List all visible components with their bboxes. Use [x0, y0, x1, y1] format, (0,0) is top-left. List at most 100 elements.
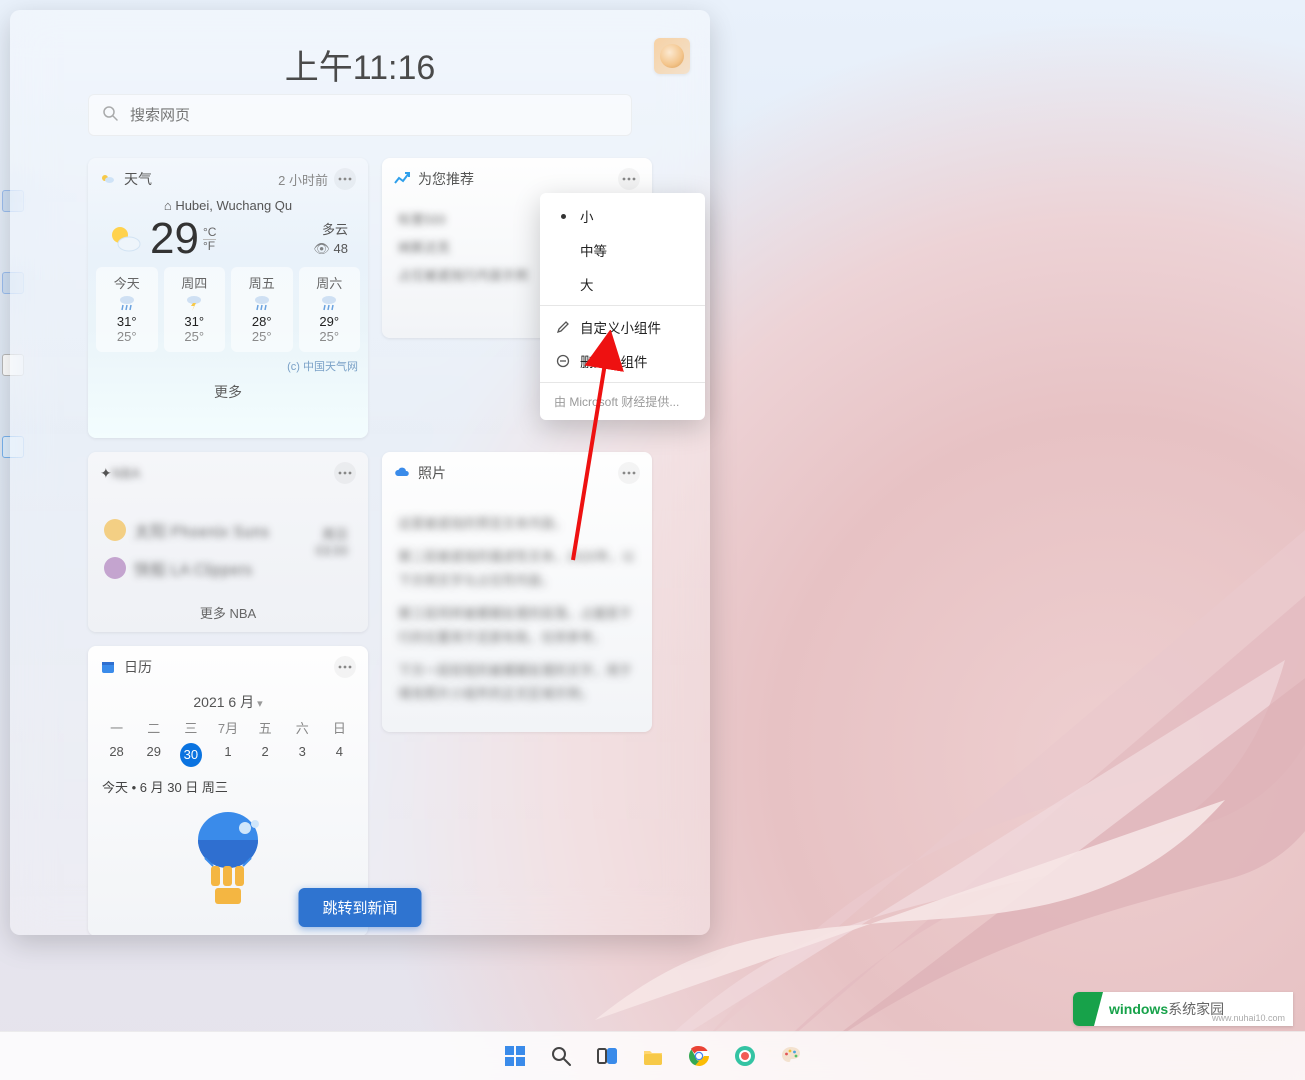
forecast-day[interactable]: 今天 31°25°: [96, 267, 158, 352]
taskbar-search-icon[interactable]: [548, 1043, 574, 1069]
paint-icon[interactable]: [778, 1043, 804, 1069]
remove-icon: [554, 354, 572, 368]
weather-units[interactable]: °C °F: [203, 225, 216, 254]
photos-title: 照片: [418, 463, 446, 483]
stocks-icon: [394, 171, 410, 187]
forecast-low: 25°: [299, 329, 361, 344]
forecast-day[interactable]: 周六 29°25°: [299, 267, 361, 352]
team-row: 快船 LA Clippers: [104, 556, 352, 580]
weather-timestamp: 2 小时前: [278, 170, 328, 189]
photos-line: 第二段被遮挡的描述性文本，2020年，以下示例文字与占位符内容。: [398, 545, 636, 592]
weather-more-link[interactable]: 更多: [88, 374, 368, 406]
forecast-day[interactable]: 周五 28°25°: [231, 267, 293, 352]
calendar-month-select[interactable]: 2021 6 月▾: [88, 688, 368, 712]
forecast-day-label: 周四: [164, 273, 226, 292]
forecast-high: 31°: [164, 314, 226, 329]
calendar-grid: 一二三7月五六日2829301234: [88, 712, 368, 771]
forecast-day-label: 今天: [96, 273, 158, 292]
search-input-wrap[interactable]: [88, 94, 632, 136]
calendar-day[interactable]: 28: [98, 743, 135, 767]
nba-more-link[interactable]: 更多 NBA: [88, 603, 368, 622]
start-button[interactable]: [502, 1043, 528, 1069]
bullet-icon: [554, 214, 572, 219]
site-watermark: windows系统家园 www.nuhai10.com: [1073, 992, 1293, 1026]
search-input[interactable]: [128, 106, 632, 125]
weather-widget: 天气 2 小时前 ⌂ Hubei, Wuchang Qu: [88, 158, 368, 438]
calendar-day[interactable]: 1: [209, 743, 246, 767]
weather-temp: 29: [150, 217, 199, 261]
weather-more-button[interactable]: [334, 168, 356, 190]
partly-cloudy-icon: [106, 220, 144, 258]
photos-line: 这是被遮挡的预览文本内容。: [398, 512, 636, 535]
nba-widget: ✦ NBA 太阳 Phoenix Suns 快船 LA Clippers: [88, 452, 368, 632]
calendar-day[interactable]: 3: [284, 743, 321, 767]
menu-customize-widget[interactable]: 自定义小组件: [540, 310, 705, 344]
sports-icon: ✦: [100, 465, 112, 482]
menu-size-large[interactable]: 大: [540, 267, 705, 301]
forecast-day-label: 周六: [299, 273, 361, 292]
weather-attribution: (c) 中国天气网: [88, 352, 368, 374]
home-icon: ⌂: [164, 198, 172, 213]
photos-body: 这是被遮挡的预览文本内容。第二段被遮挡的描述性文本，2020年，以下示例文字与占…: [382, 494, 652, 724]
user-avatar[interactable]: [654, 38, 690, 74]
calendar-day[interactable]: 4: [321, 743, 358, 767]
forecast-day-icon: [299, 294, 361, 312]
widget-context-menu: 小 中等 大 自定义小组件 删除小组件 由 Microsoft 财经提供...: [540, 193, 705, 420]
forecast-low: 25°: [231, 329, 293, 344]
calendar-more-button[interactable]: [334, 656, 356, 678]
weather-title: 天气: [124, 169, 152, 189]
team-badge-icon: [104, 557, 126, 579]
forecast-low: 25°: [164, 329, 226, 344]
calendar-icon: [100, 659, 116, 675]
calendar-dow: 五: [247, 718, 284, 737]
weather-location: ⌂ Hubei, Wuchang Qu: [88, 198, 368, 213]
weather-icon: [100, 171, 116, 187]
jump-to-news-button[interactable]: 跳转到新闻: [298, 888, 421, 927]
file-explorer-icon[interactable]: [640, 1043, 666, 1069]
menu-separator: [540, 382, 705, 383]
forecast-day-icon: [96, 294, 158, 312]
forecast-high: 31°: [96, 314, 158, 329]
pencil-icon: [554, 320, 572, 334]
panel-clock: 上午11:16: [10, 40, 710, 89]
task-view-icon[interactable]: [594, 1043, 620, 1069]
forecast-high: 28°: [231, 314, 293, 329]
calendar-today-line: 今天 • 6 月 30 日 周三: [88, 771, 368, 802]
nba-more-button[interactable]: [334, 462, 356, 484]
search-icon: [102, 105, 118, 126]
calendar-dow: 一: [98, 718, 135, 737]
forecast-day[interactable]: 周四 31°25°: [164, 267, 226, 352]
chrome-icon[interactable]: [686, 1043, 712, 1069]
cloud-photos-icon: [394, 465, 410, 481]
nba-title: NBA: [112, 465, 141, 481]
menu-size-small[interactable]: 小: [540, 199, 705, 233]
calendar-dow: 7月: [209, 718, 246, 737]
team-badge-icon: [104, 519, 126, 541]
calendar-day[interactable]: 2: [247, 743, 284, 767]
calendar-today[interactable]: 30: [180, 743, 202, 767]
recommend-more-button[interactable]: [618, 168, 640, 190]
menu-remove-widget[interactable]: 删除小组件: [540, 344, 705, 378]
watermark-flag-icon: [1073, 992, 1103, 1026]
recommend-title: 为您推荐: [418, 169, 474, 189]
weather-condition: 多云: [313, 220, 348, 240]
forecast-high: 29°: [299, 314, 361, 329]
widgets-panel: 上午11:16 天气 2 小时前: [10, 10, 710, 935]
calendar-dow: 三: [172, 718, 209, 737]
weather-visibility: 👁 48: [313, 239, 348, 259]
forecast-low: 25°: [96, 329, 158, 344]
menu-size-medium[interactable]: 中等: [540, 233, 705, 267]
game-time: 周日 03:00: [315, 524, 348, 558]
calendar-day[interactable]: 29: [135, 743, 172, 767]
taskbar: [0, 1031, 1305, 1080]
calendar-dow: 日: [321, 718, 358, 737]
forecast-day-icon: [164, 294, 226, 312]
menu-footer: 由 Microsoft 财经提供...: [540, 387, 705, 412]
weather-header: 天气 2 小时前: [88, 158, 368, 200]
chevron-down-icon: ▾: [257, 698, 263, 710]
forecast-day-label: 周五: [231, 273, 293, 292]
forecast-row: 今天31°25°周四31°25°周五28°25°周六29°25°: [88, 267, 368, 352]
browser-icon[interactable]: [732, 1043, 758, 1069]
photos-line: 下方一段较短的被模糊处理的文字，用于填充照片小组件的正文区域示例。: [398, 659, 636, 706]
photos-more-button[interactable]: [618, 462, 640, 484]
